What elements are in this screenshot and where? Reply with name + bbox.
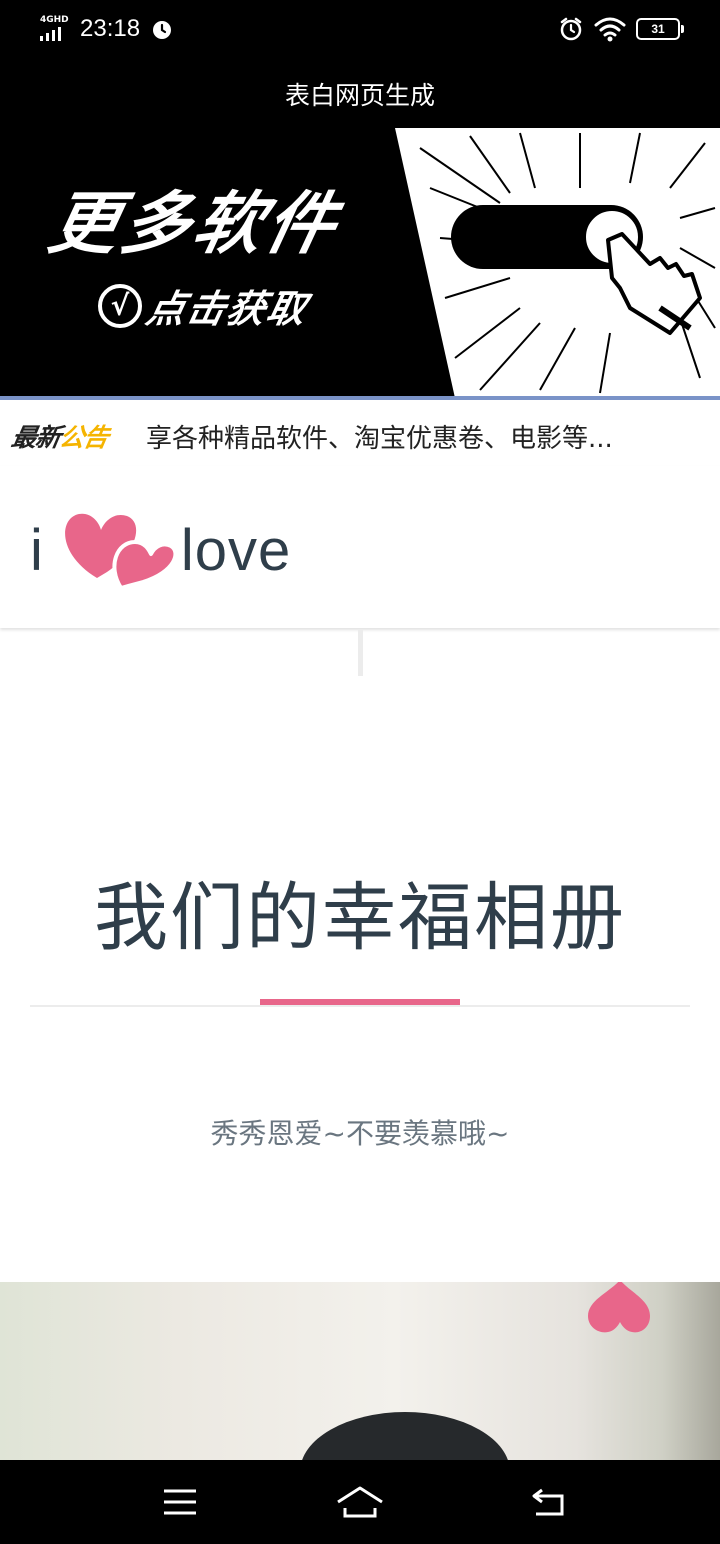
heart-icon — [64, 513, 177, 590]
battery-icon: 31 — [636, 18, 684, 40]
app-title-bar: 表白网页生成 — [0, 60, 720, 128]
alarm-icon — [153, 21, 172, 39]
photo-person — [300, 1412, 510, 1460]
menu-icon[interactable] — [150, 1474, 210, 1530]
ilove-logo[interactable]: i love — [30, 506, 291, 594]
banner-cta-label: 点击获取 — [142, 287, 312, 331]
nav-divider — [358, 630, 363, 676]
status-time: 23:18 — [80, 15, 141, 42]
home-icon[interactable] — [330, 1474, 390, 1530]
album-photo[interactable] — [0, 1282, 720, 1460]
banner-cta[interactable]: √ 点击获取 — [98, 278, 312, 333]
alarm-icon — [560, 17, 582, 41]
status-bar: 4GHD 23:18 31 — [0, 0, 720, 60]
banner-headline: 更多软件 — [42, 185, 347, 264]
section-title: 我们的幸福相册 — [94, 875, 626, 961]
notice-bar[interactable]: 最新公告 享各种精品软件、淘宝优惠卷、电影等... — [0, 400, 720, 466]
wifi-icon — [594, 17, 626, 42]
logo-suffix: love — [180, 517, 292, 583]
section-accent-bar — [260, 999, 460, 1005]
section-subtitle: 秀秀恩爱~不要羡慕哦~ — [210, 1117, 510, 1150]
signal-icon: 4GHD — [40, 15, 70, 43]
notice-badge-part1: 最新 — [9, 423, 63, 452]
section-rule — [30, 1005, 690, 1007]
app-title: 表白网页生成 — [284, 81, 435, 110]
status-left: 4GHD 23:18 — [40, 12, 174, 46]
logo-prefix: i — [30, 517, 43, 583]
notice-badge: 最新公告 — [9, 418, 111, 454]
check-icon: √ — [98, 283, 142, 328]
heart-icon[interactable] — [584, 1282, 656, 1346]
notice-badge-part2: 公告 — [57, 423, 111, 452]
back-icon[interactable] — [518, 1474, 578, 1530]
promo-banner[interactable]: 更多软件 √ 点击获取 — [0, 128, 720, 398]
header-logo-section: i love — [0, 466, 720, 628]
system-nav-bar — [0, 1460, 720, 1544]
battery-level: 31 — [651, 22, 665, 36]
network-type: 4GHD — [40, 15, 69, 25]
notice-text: 享各种精品软件、淘宝优惠卷、电影等... — [146, 424, 613, 454]
status-right: 31 — [558, 14, 684, 44]
